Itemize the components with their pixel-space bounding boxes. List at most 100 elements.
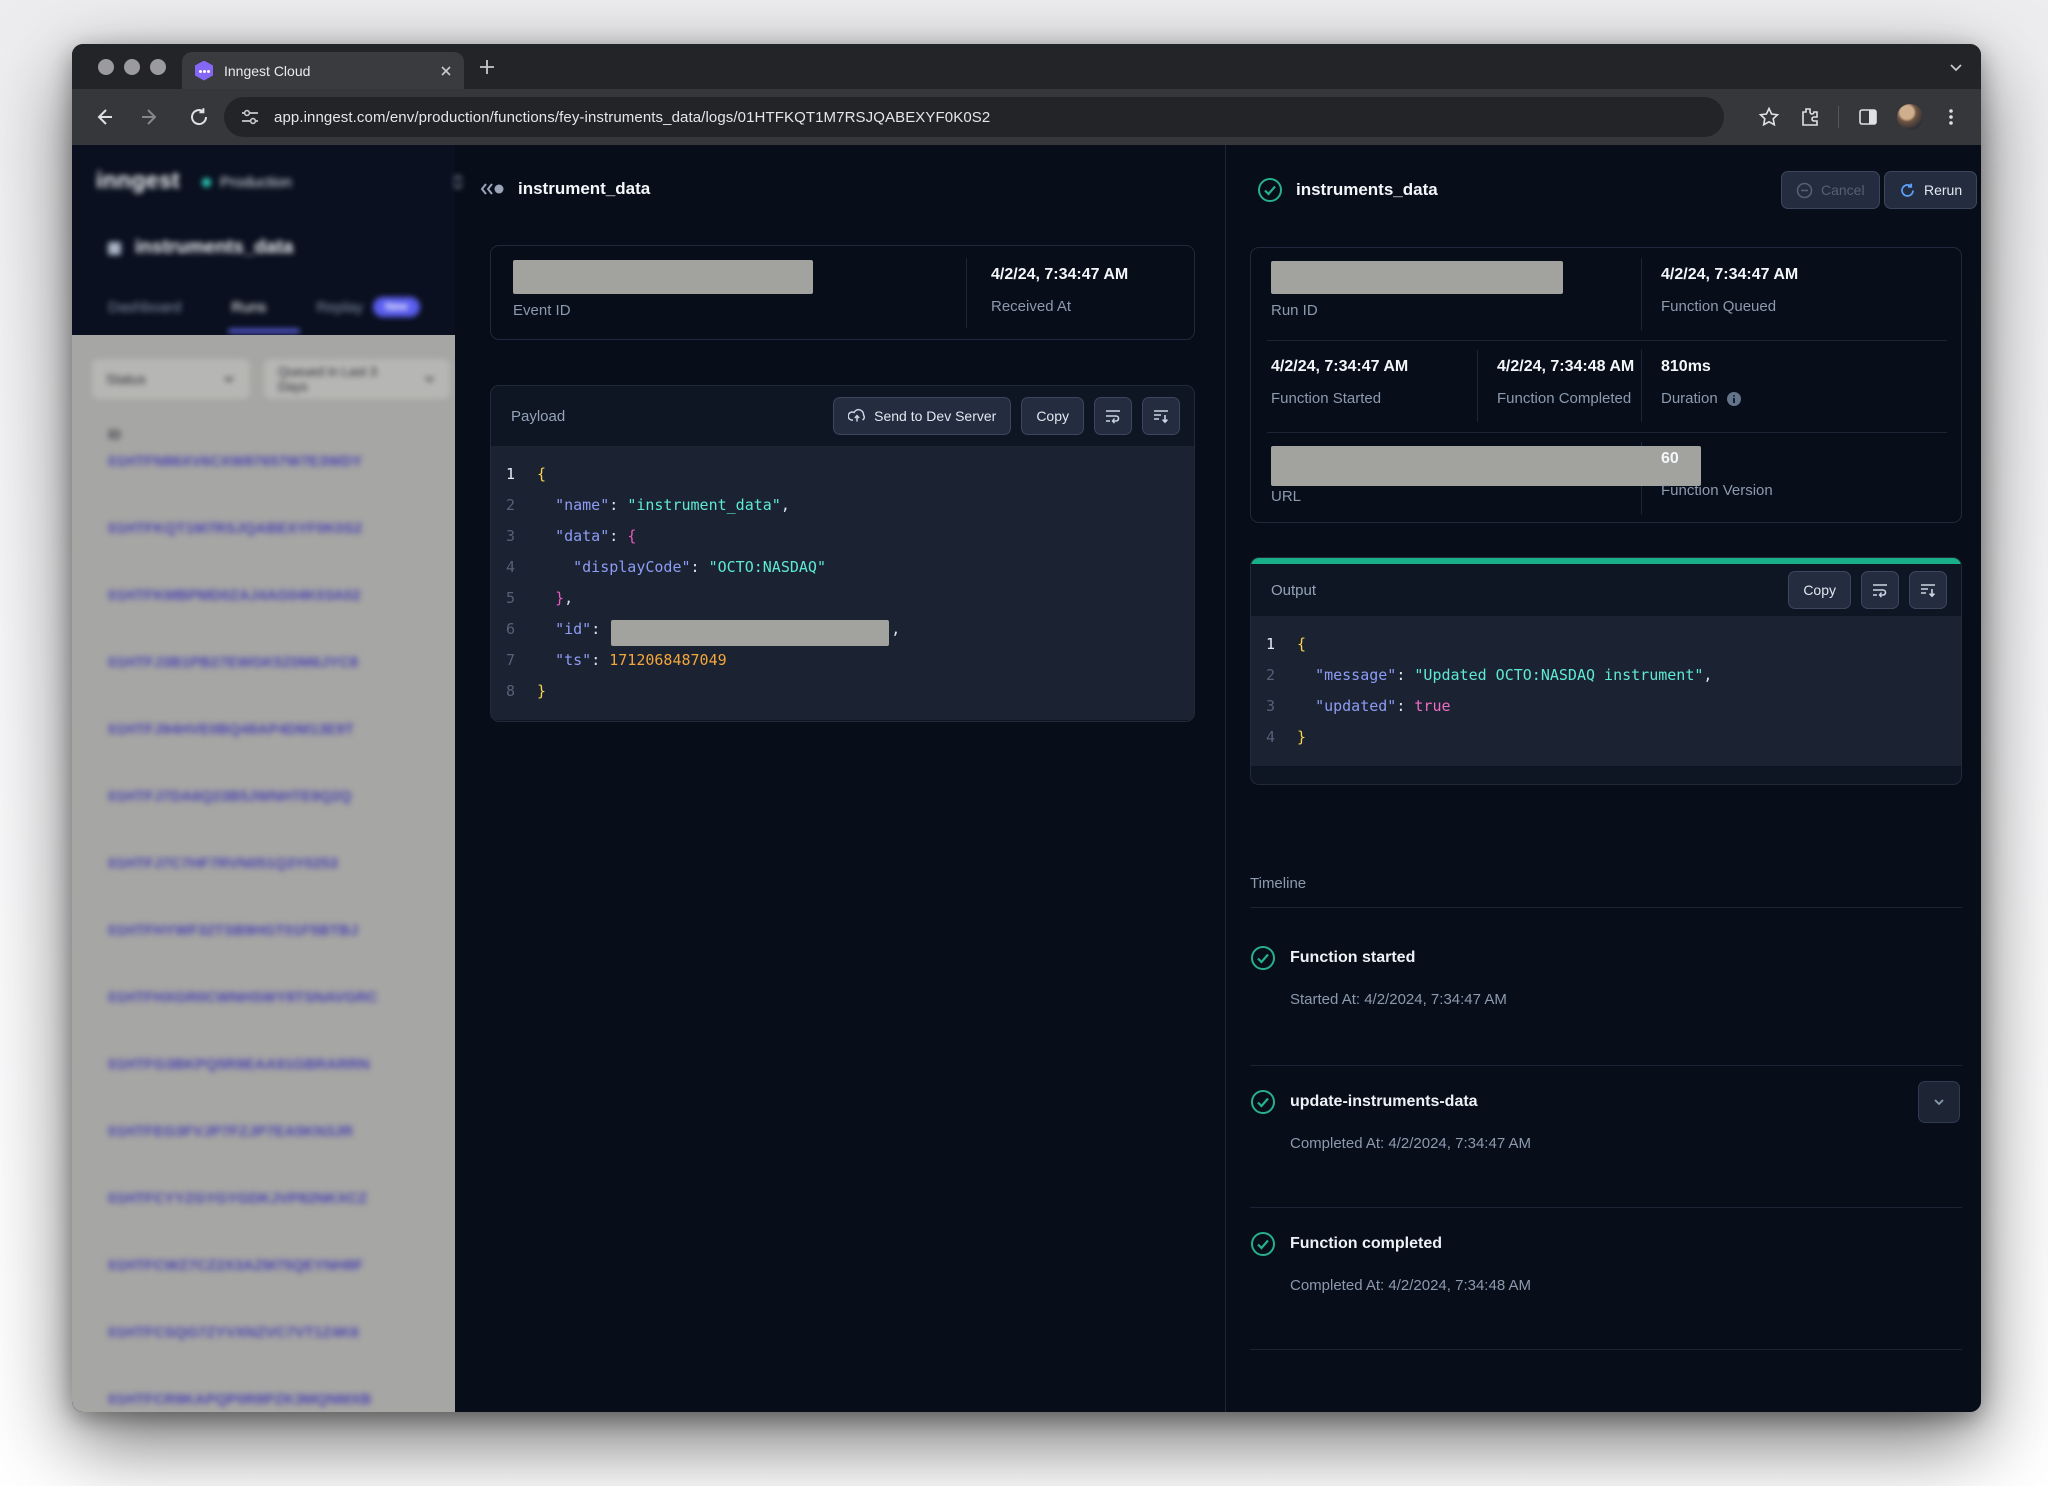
status-filter[interactable]: Status [92,359,250,399]
url-bar[interactable]: app.inngest.com/env/production/functions… [224,97,1724,137]
profile-avatar[interactable] [1897,104,1923,130]
timeline-entry[interactable]: Function started [1250,945,1415,971]
payload-copy-button[interactable]: Copy [1021,397,1084,435]
timeline-entry[interactable]: update-instruments-data [1250,1089,1478,1115]
run-id-link[interactable]: 01HTFCWZ7CZ2X3AZM75QEYNH8F [108,1257,363,1274]
payload-section: Payload Send to Dev Server Copy 1{2 "nam… [490,385,1195,722]
run-id-link[interactable]: 01HTFKQT1M7RSJQABEXYF0K0S2 [108,520,362,537]
run-id-link[interactable]: 01HTFJ94HVE0BQ48AP4DM13E9T [108,721,354,738]
output-copy-button[interactable]: Copy [1788,571,1851,609]
run-id-link[interactable]: 01HTFJ7C7HF7RVN051Q3Y0253 [108,855,338,872]
window-close-button[interactable] [98,59,114,75]
received-at-label: Received At [991,298,1071,315]
output-section: Output Copy 1{2 "message": "Updated OCTO… [1250,557,1962,785]
version-value: 60 [1661,450,1679,468]
send-to-dev-server-button[interactable]: Send to Dev Server [833,397,1011,435]
run-id-link[interactable]: 01HTFCR9KAPQP0R8PZK3MQNMXB [108,1391,371,1408]
version-label: Function Version [1661,482,1773,499]
step-check-icon [1250,945,1276,971]
run-id-link[interactable]: 01HTFG3BKPQ5R9EAA91GBRARRN [108,1056,370,1073]
run-id-link[interactable]: 01HTFHXGR0CWNHSWY8TSNAVGRC [108,989,378,1006]
cancel-button[interactable]: Cancel [1781,171,1880,209]
run-id-label: Run ID [1271,302,1318,319]
step-check-icon [1250,1231,1276,1257]
run-id-link[interactable]: 01HTFJ7DA6Q23B5JWNHTE9Q2Q [108,788,351,805]
output-code[interactable]: 1{2 "message": "Updated OCTO:NASDAQ inst… [1251,616,1961,766]
received-at-value: 4/2/24, 7:34:47 AM [991,266,1128,284]
extensions-icon[interactable] [1798,106,1820,128]
word-wrap-button[interactable] [1094,397,1132,435]
environment-selector[interactable]: Production [202,173,465,191]
browser-tab[interactable]: Inngest Cloud [182,52,464,89]
inngest-favicon-icon [194,61,214,81]
app-content: inngest Production instruments_data Dash… [72,145,1981,1412]
expand-lines-button[interactable] [1142,397,1180,435]
run-id-link[interactable]: 01HTFHYWF32TSB9HGT01F5BTBJ [108,922,358,939]
panel-divider [1225,145,1226,1412]
forward-button[interactable] [134,100,168,134]
code-line: 2 "name": "instrument_data", [491,490,1194,521]
bookmark-star-icon[interactable] [1758,106,1780,128]
side-panel-icon[interactable] [1857,106,1879,128]
output-word-wrap-button[interactable] [1861,571,1899,609]
active-tab-underline [228,329,300,333]
event-meta-card: Event ID 4/2/24, 7:34:47 AM Received At [490,245,1195,340]
timeline-entry-sub: Completed At: 4/2/2024, 7:34:47 AM [1290,1135,1531,1152]
step-check-icon [1250,1089,1276,1115]
tab-runs[interactable]: Runs [231,297,266,317]
code-line: 4 "displayCode": "OCTO:NASDAQ" [491,552,1194,583]
started-value: 4/2/24, 7:34:47 AM [1271,358,1408,376]
code-line: 3 "data": { [491,521,1194,552]
back-button[interactable] [86,100,120,134]
tab-replay[interactable]: Replay New [316,297,419,317]
tab-search-chevron-icon[interactable] [1945,56,1967,78]
success-check-icon [1257,177,1283,203]
browser-menu-icon[interactable] [1941,107,1961,127]
run-id-link[interactable]: 01HTFCSQG7ZYVXNZVC7VT1Z4K6 [108,1324,359,1341]
tab-close-icon[interactable] [440,65,452,77]
run-title: instruments_data [1296,180,1438,200]
site-settings-icon[interactable] [240,107,260,127]
chevron-down-icon [222,372,236,386]
reload-button[interactable] [182,100,216,134]
output-title: Output [1271,582,1778,599]
run-id-redacted [1271,261,1563,294]
url-redacted [1271,446,1701,486]
date-range-filter[interactable]: Queued in Last 3 Days [264,359,450,399]
run-id-link[interactable]: 01HTFN86XV6CXW87657W7E3WDY [108,453,362,470]
environment-status-dot [202,178,211,187]
cancel-minus-icon [1796,182,1813,199]
duration-value: 810ms [1661,358,1711,376]
chevron-down-icon [423,372,436,386]
run-id-link[interactable]: 01HTFJ3B1PB27EWGK5Z0M6JYC8 [108,654,358,671]
timeline-entry[interactable]: Function completed [1250,1231,1442,1257]
tab-dashboard[interactable]: Dashboard [108,297,181,317]
expand-step-button[interactable] [1918,1081,1960,1123]
payload-code[interactable]: 1{2 "name": "instrument_data",3 "data": … [491,446,1194,720]
queued-label: Function Queued [1661,298,1776,315]
timeline-entry-sub: Started At: 4/2/2024, 7:34:47 AM [1290,991,1507,1008]
redacted-value [611,620,889,646]
toolbar-divider [1838,106,1839,128]
window-zoom-button[interactable] [150,59,166,75]
code-line: 7 "ts": 1712068487049 [491,645,1194,676]
window-minimize-button[interactable] [124,59,140,75]
completed-value: 4/2/24, 7:34:48 AM [1497,358,1634,376]
code-line: 3 "updated": true [1251,691,1961,722]
run-id-link[interactable]: 01HTFKMBPMD0ZAJ4AG04K03A02 [108,587,361,604]
timeline-entry-sub: Completed At: 4/2/2024, 7:34:48 AM [1290,1277,1531,1294]
run-id-link[interactable]: 01HTFEG3FVJP7FZJP7EA5KN3JR [108,1123,353,1140]
run-id-link[interactable]: 01HTFCYYZGYGYGDKJVP82NKXCZ [108,1190,367,1207]
browser-tabstrip: Inngest Cloud [72,44,1981,89]
output-expand-lines-button[interactable] [1909,571,1947,609]
rerun-button[interactable]: Rerun [1884,171,1977,209]
info-icon[interactable] [1726,391,1742,407]
runs-list-panel: Status Queued in Last 3 Days ID 01HTFN86… [72,335,455,1412]
new-badge: New [373,297,420,317]
event-id-label: Event ID [513,302,571,319]
event-id-redacted [513,260,813,294]
new-tab-button[interactable] [476,56,498,78]
inngest-logo: inngest [96,167,180,194]
queued-value: 4/2/24, 7:34:47 AM [1661,266,1798,284]
id-column-header: ID [108,427,121,442]
